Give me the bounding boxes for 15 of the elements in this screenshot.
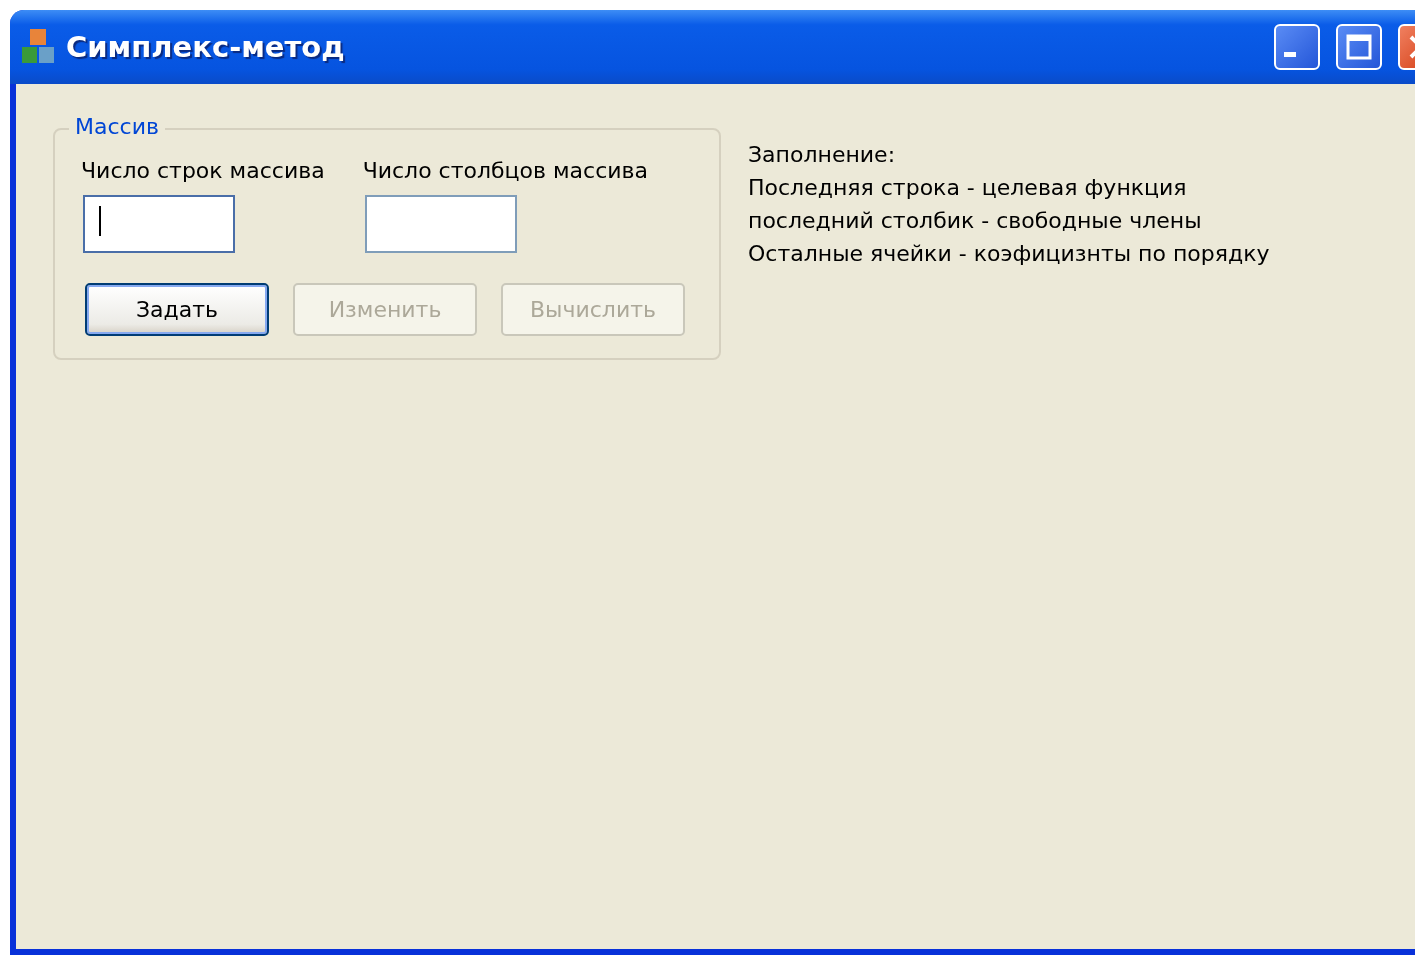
- minimize-icon: [1284, 51, 1296, 57]
- instruction-text: последний столбик - свободные члены: [748, 207, 1203, 235]
- app-icon: [22, 29, 56, 65]
- input-field[interactable]: [364, 195, 517, 253]
- window-title: Симплекс-метод: [66, 30, 346, 64]
- instruction-text: Заполнение:: [748, 141, 897, 169]
- field-label: Число строк массива: [81, 158, 325, 183]
- instruction-text: Последняя строка - целевая функция: [748, 174, 1188, 202]
- instruction-text: Осталные ячейки - коэфицизнты по порядку: [748, 240, 1270, 268]
- maximize-icon: [1345, 33, 1373, 61]
- maximize-button[interactable]: [1336, 24, 1382, 70]
- minimize-button[interactable]: [1274, 24, 1320, 70]
- action-button[interactable]: Задать: [85, 283, 269, 336]
- input-field[interactable]: [83, 195, 235, 253]
- field-label: Число столбцов массива: [362, 158, 649, 183]
